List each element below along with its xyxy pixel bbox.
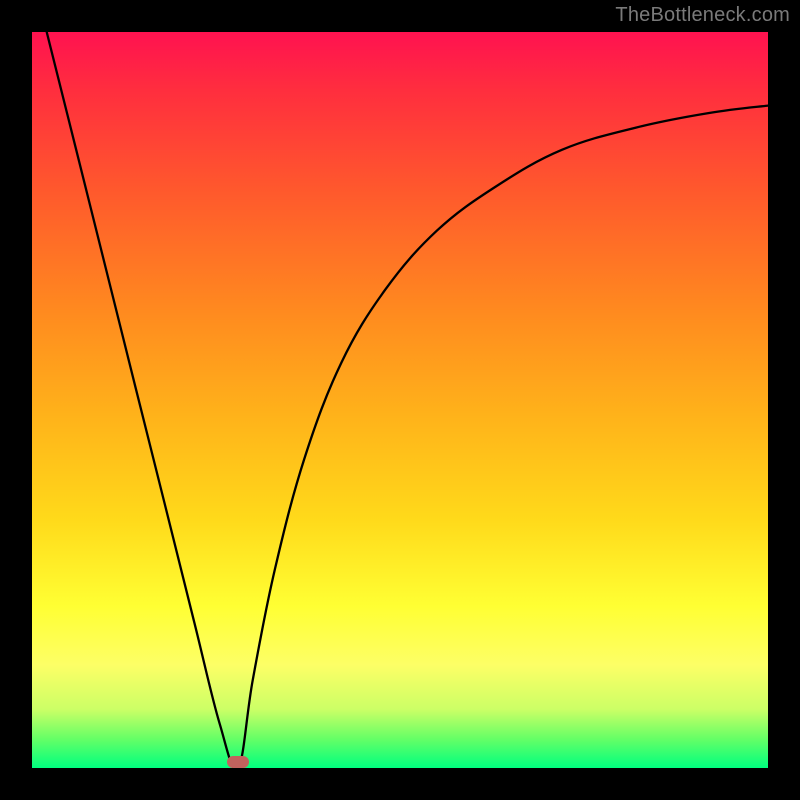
bottleneck-curve [32, 32, 768, 768]
chart-frame: TheBottleneck.com [0, 0, 800, 800]
curve-path [47, 32, 768, 768]
watermark-text: TheBottleneck.com [615, 4, 790, 27]
optimal-point-marker [227, 756, 249, 768]
plot-area [32, 32, 768, 768]
